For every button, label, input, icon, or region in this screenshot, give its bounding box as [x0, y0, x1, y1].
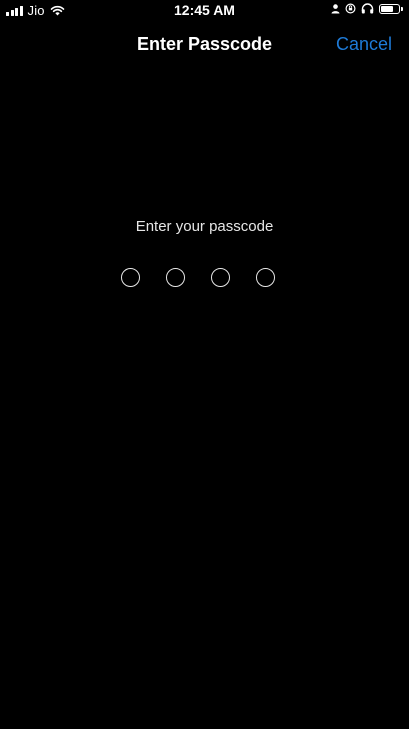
passcode-prompt: Enter your passcode: [135, 218, 274, 235]
cancel-button[interactable]: Cancel: [336, 34, 392, 55]
battery-icon: [379, 3, 403, 14]
passcode-dot: [166, 268, 185, 287]
person-icon: [331, 3, 340, 13]
navigation-bar: Enter Passcode Cancel: [0, 26, 409, 64]
headphones-icon: [361, 3, 374, 14]
lock-rotation-icon: [345, 3, 356, 14]
passcode-dot: [211, 268, 230, 287]
passcode-dot: [121, 268, 140, 287]
status-right: [331, 3, 403, 14]
status-bar: Jio 12:45 AM: [0, 0, 409, 20]
passcode-dot: [256, 268, 275, 287]
passcode-dots: [121, 268, 275, 287]
